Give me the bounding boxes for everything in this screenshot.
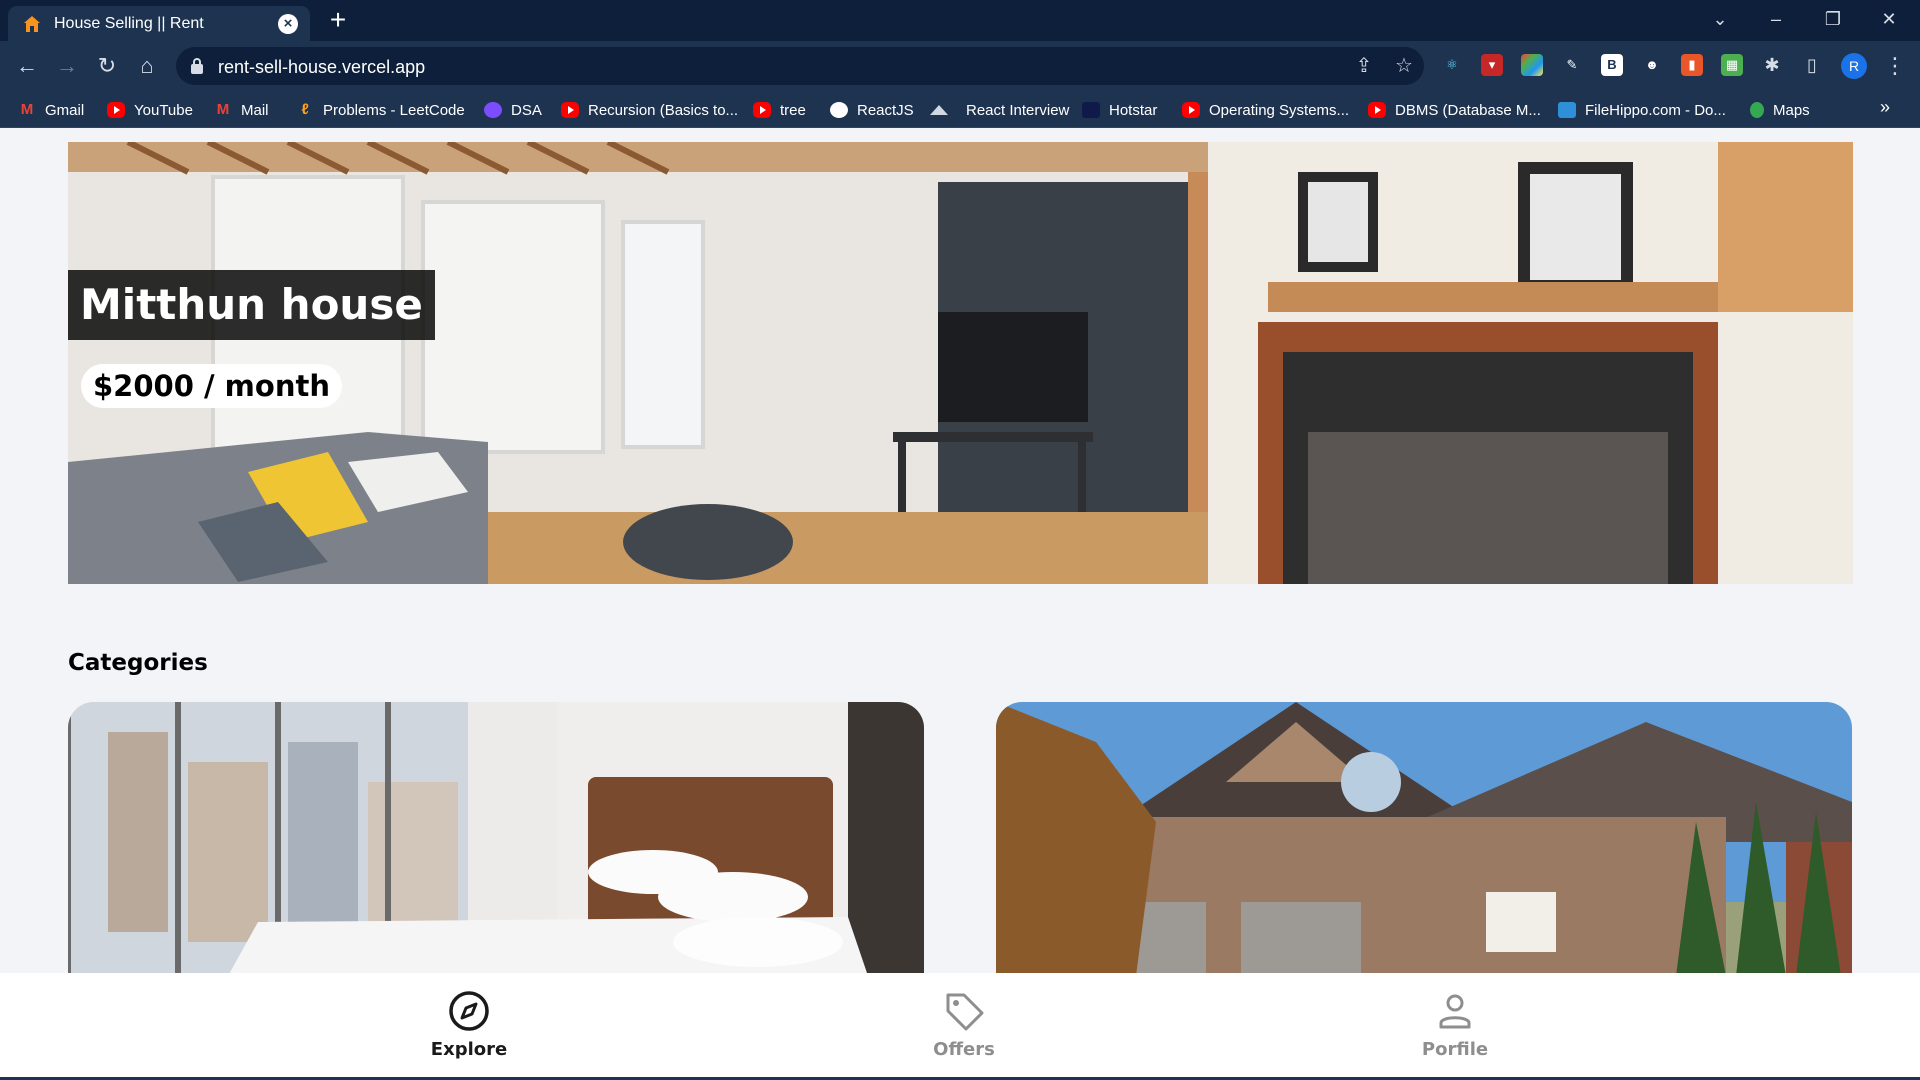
house-favicon-icon: [24, 15, 40, 32]
bookmark-dbms[interactable]: DBMS (Database M...: [1368, 100, 1541, 120]
calculator-extension-icon[interactable]: ▦: [1721, 54, 1743, 76]
tab-search-icon[interactable]: ⌄: [1698, 0, 1742, 41]
bookmark-youtube[interactable]: YouTube: [107, 100, 193, 120]
bottle-extension-icon[interactable]: ▮: [1681, 54, 1703, 76]
maps-pin-icon: [1750, 102, 1764, 118]
category-card-rent[interactable]: [68, 702, 924, 976]
browser-toolbar: ← → ↻ ⌂ rent-sell-house.vercel.app ⇪ ☆ ⚛…: [0, 41, 1920, 91]
bookmarks-bar: M Gmail YouTube M Mail ℓ Problems - LeetCod…: [0, 91, 1920, 128]
lock-icon: [191, 58, 203, 74]
tab-close-icon[interactable]: ×: [278, 13, 298, 34]
youtube-icon: [1368, 102, 1386, 118]
nav-label-explore: Explore: [430, 1039, 508, 1060]
back-icon[interactable]: ←: [12, 51, 42, 81]
b-extension-icon[interactable]: B: [1601, 54, 1623, 76]
browser-menu-icon[interactable]: ⋮: [1880, 51, 1910, 81]
bookmark-label: React Interview: [966, 101, 1070, 119]
bookmark-label: Maps: [1773, 101, 1810, 119]
hotstar-icon: [1082, 102, 1100, 118]
bookmark-star-icon[interactable]: ☆: [1392, 54, 1416, 78]
hero-living-room-photo: [68, 142, 1853, 584]
tab-title: House Selling || Rent: [54, 14, 204, 32]
bookmark-label: Problems - LeetCode: [323, 101, 465, 119]
bookmark-dsa[interactable]: DSA: [484, 100, 542, 120]
leetcode-icon: ℓ: [301, 101, 309, 118]
address-bar[interactable]: rent-sell-house.vercel.app ⇪ ☆: [176, 47, 1424, 85]
close-window-icon[interactable]: ✕: [1867, 0, 1911, 41]
gmail-icon: M: [216, 101, 230, 118]
bookmark-react-interview[interactable]: React Interview: [930, 100, 1069, 120]
color-picker-icon[interactable]: [1521, 54, 1543, 76]
bookmark-gmail[interactable]: M Gmail: [18, 100, 84, 120]
bookmark-label: YouTube: [134, 101, 193, 119]
nav-offers[interactable]: Offers: [884, 989, 1044, 1060]
nav-label-offers: Offers: [933, 1039, 995, 1060]
bookmark-operating-systems[interactable]: Operating Systems...: [1182, 100, 1349, 120]
home-icon[interactable]: ⌂: [132, 51, 162, 81]
bookmark-label: ReactJS: [857, 101, 914, 119]
youtube-icon: [753, 102, 771, 118]
gmail-icon: M: [20, 101, 34, 118]
youtube-icon: [561, 102, 579, 118]
person-icon: [1439, 994, 1471, 1029]
ghost-extension-icon[interactable]: ☻: [1641, 54, 1663, 76]
nav-profile[interactable]: Porfile: [1375, 989, 1535, 1060]
github-icon: [830, 102, 848, 118]
house-exterior-photo: [996, 702, 1852, 976]
bookmark-label: Operating Systems...: [1209, 101, 1350, 119]
react-devtools-icon[interactable]: ⚛: [1441, 54, 1463, 76]
youtube-icon: [1182, 102, 1200, 118]
bedroom-photo: [68, 702, 924, 976]
bookmark-label: Mail: [241, 101, 269, 119]
bookmark-label: DSA: [511, 101, 542, 119]
bookmark-hotstar[interactable]: Hotstar: [1082, 100, 1157, 120]
bookmark-label: Gmail: [45, 101, 85, 119]
bookmark-label: DBMS (Database M...: [1395, 101, 1541, 119]
bottom-navbar: Explore Offers Porfile: [0, 973, 1920, 1080]
hero-price-badge: $2000 / month: [81, 364, 342, 408]
bookmark-leetcode[interactable]: ℓ Problems - LeetCode: [296, 100, 465, 120]
bookmark-filehippo[interactable]: FileHippo.com - Do...: [1558, 100, 1726, 120]
pocket-icon[interactable]: ▾: [1481, 54, 1503, 76]
nav-label-profile: Porfile: [1421, 1039, 1489, 1060]
share-icon[interactable]: ⇪: [1352, 54, 1376, 78]
bookmark-reactjs[interactable]: ReactJS: [830, 100, 914, 120]
pen-extension-icon[interactable]: ✎: [1561, 54, 1583, 76]
bookmark-recursion[interactable]: Recursion (Basics to...: [561, 100, 738, 120]
new-tab-icon[interactable]: +: [324, 6, 352, 34]
compass-icon: [449, 991, 489, 1031]
nav-explore[interactable]: Explore: [389, 989, 549, 1060]
tag-icon: [946, 993, 984, 1031]
bookmark-label: Recursion (Basics to...: [588, 101, 739, 119]
reload-icon[interactable]: ↻: [92, 51, 122, 81]
youtube-icon: [107, 102, 125, 118]
bookmark-maps[interactable]: Maps: [1750, 100, 1810, 120]
filehippo-icon: [1558, 102, 1576, 118]
profile-avatar[interactable]: R: [1841, 53, 1867, 79]
shield-icon: [484, 102, 502, 118]
side-panel-icon[interactable]: ▯: [1801, 54, 1823, 76]
bookmark-label: Hotstar: [1109, 101, 1158, 119]
minimize-icon[interactable]: –: [1754, 0, 1798, 41]
more-bookmarks-icon[interactable]: »: [1880, 97, 1890, 118]
bookmark-label: FileHippo.com - Do...: [1585, 101, 1726, 119]
forward-icon[interactable]: →: [52, 51, 82, 81]
restore-icon[interactable]: ❐: [1811, 0, 1855, 41]
browser-tab-bar: House Selling || Rent × + ⌄ – ❐ ✕: [0, 0, 1920, 41]
mountain-icon: [930, 105, 948, 115]
bookmark-mail[interactable]: M Mail: [214, 100, 269, 120]
bookmark-tree[interactable]: tree: [753, 100, 806, 120]
hero-title: Mitthun house: [68, 270, 435, 340]
app-page: Mitthun house $2000 / month Categories E…: [0, 128, 1920, 1080]
categories-heading: Categories: [68, 650, 208, 676]
bookmark-label: tree: [780, 101, 806, 119]
category-card-sell[interactable]: [996, 702, 1852, 976]
url-text: rent-sell-house.vercel.app: [218, 57, 426, 77]
browser-tab[interactable]: House Selling || Rent ×: [8, 6, 310, 41]
extensions-puzzle-icon[interactable]: ✱: [1761, 54, 1783, 76]
hero-slide[interactable]: Mitthun house $2000 / month: [68, 142, 1853, 584]
